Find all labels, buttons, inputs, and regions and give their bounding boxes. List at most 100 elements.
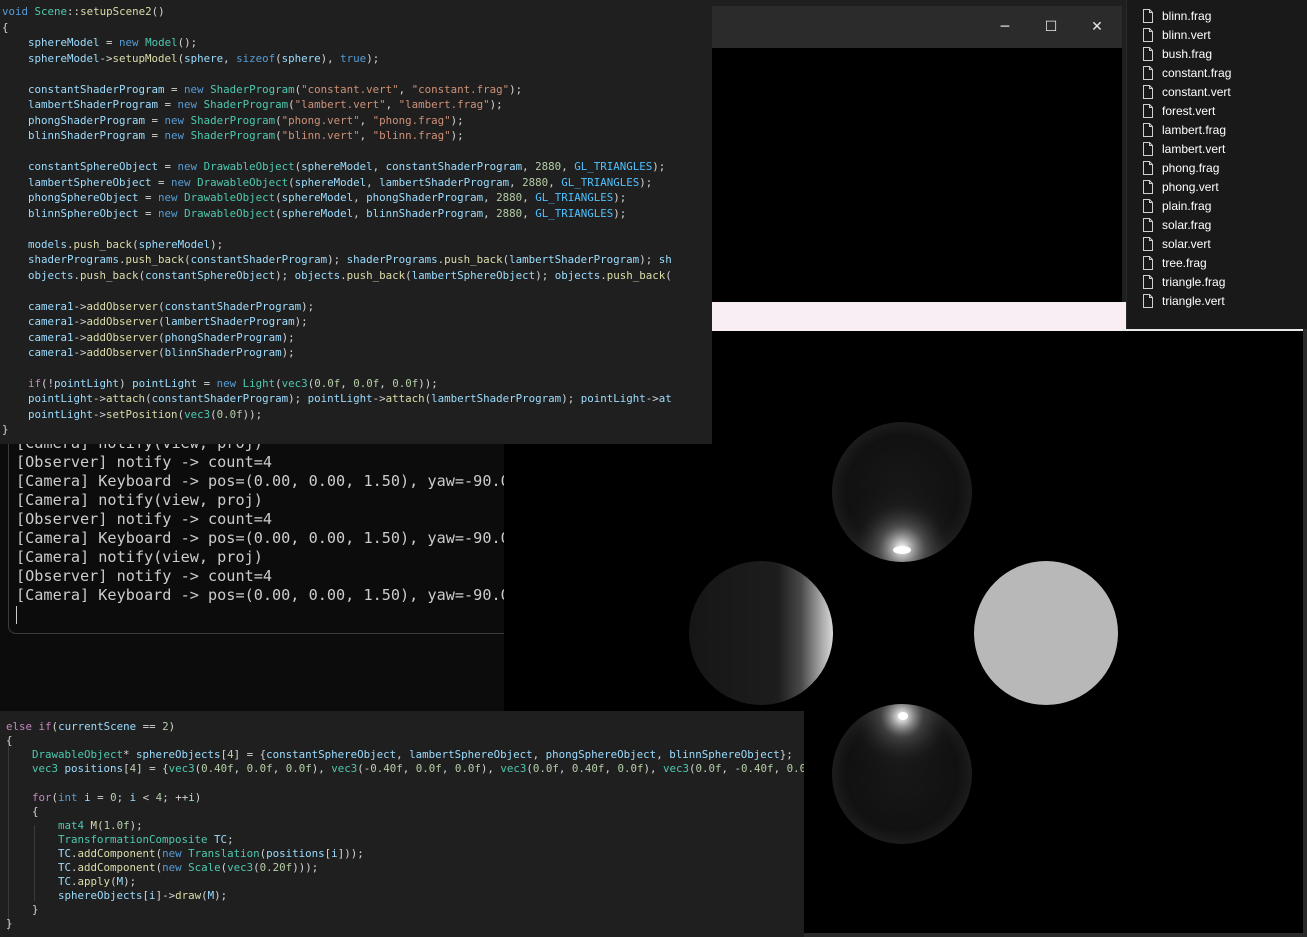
file-icon (1143, 122, 1153, 137)
code-line: constantSphereObject = new DrawableObjec… (28, 160, 666, 173)
file-icon (1143, 141, 1153, 156)
code-line: sphereModel = new Model(); (28, 36, 198, 49)
code-line: { (2, 21, 9, 34)
code-line: TransformationComposite TC; (58, 833, 234, 846)
console-line: [Observer] notify -> count=4 (16, 510, 273, 528)
file-name: blinn.frag (1162, 8, 1212, 23)
file-icon (1143, 8, 1153, 23)
file-item[interactable]: solar.frag (1142, 215, 1211, 234)
code-line: void Scene::setupScene2() (2, 5, 165, 18)
code-editor-bottom[interactable]: else if(currentScene == 2){ DrawableObje… (0, 711, 804, 937)
file-item[interactable]: triangle.frag (1142, 272, 1225, 291)
code-line: TC.apply(M); (58, 875, 137, 888)
file-icon (1143, 27, 1153, 42)
minimize-button[interactable]: ─ (982, 6, 1028, 48)
code-line: } (6, 917, 13, 930)
render-window-titlebar[interactable]: ─ ☐ ✕ (712, 6, 1122, 48)
file-item[interactable]: blinn.frag (1142, 6, 1211, 25)
console-line: [Observer] notify -> count=4 (16, 567, 273, 585)
file-icon (1143, 236, 1153, 251)
window-edge (1122, 329, 1307, 331)
code-line: pointLight->setPosition(vec3(0.0f)); (28, 408, 263, 421)
file-name: plain.frag (1162, 198, 1212, 213)
code-line: { (6, 734, 13, 747)
code-line: else if(currentScene == 2) (6, 720, 176, 733)
render-window-client (712, 48, 1122, 302)
code-line: for(int i = 0; i < 4; ++i) (32, 791, 202, 804)
console-line: [Camera] Keyboard -> pos=(0.00, 0.00, 1.… (16, 586, 504, 604)
blinn-sphere (832, 704, 972, 844)
file-icon (1143, 65, 1153, 80)
file-name: phong.vert (1162, 179, 1219, 194)
file-name: lambert.vert (1162, 141, 1226, 156)
code-line: constantShaderProgram = new ShaderProgra… (28, 83, 523, 96)
file-icon (1143, 160, 1153, 175)
file-name: tree.frag (1162, 255, 1207, 270)
lambert-sphere (689, 561, 833, 705)
file-icon (1143, 255, 1153, 270)
file-item[interactable]: forest.vert (1142, 101, 1215, 120)
code-line: mat4 M(1.0f); (58, 819, 143, 832)
code-line: phongShaderProgram = new ShaderProgram("… (28, 114, 464, 127)
file-name: forest.vert (1162, 103, 1216, 118)
file-item[interactable]: lambert.frag (1142, 120, 1226, 139)
file-item[interactable]: blinn.vert (1142, 25, 1211, 44)
file-name: phong.frag (1162, 160, 1220, 175)
file-item[interactable]: constant.vert (1142, 82, 1231, 101)
code-line: models.push_back(sphereModel); (28, 238, 224, 251)
code-line: lambertShaderProgram = new ShaderProgram… (28, 98, 503, 111)
code-line: blinnShaderProgram = new ShaderProgram("… (28, 129, 464, 142)
console-line: [Observer] notify -> count=4 (16, 453, 273, 471)
phong-sphere (832, 422, 972, 562)
console-output[interactable]: [Camera] notify(view, proj) [Observer] no… (0, 436, 504, 711)
file-item[interactable]: phong.vert (1142, 177, 1219, 196)
file-name: triangle.vert (1162, 293, 1225, 308)
file-icon (1143, 103, 1153, 118)
file-item[interactable]: tree.frag (1142, 253, 1207, 272)
code-line: } (6, 903, 39, 916)
code-line: camera1->addObserver(phongShaderProgram)… (28, 331, 295, 344)
code-line: vec3 positions[4] = {vec3(0.40f, 0.0f, 0… (32, 762, 804, 775)
window-edge (1303, 329, 1307, 937)
file-item[interactable]: constant.frag (1142, 63, 1231, 82)
file-item[interactable]: phong.frag (1142, 158, 1219, 177)
code-line: { (6, 805, 39, 818)
code-line: lambertSphereObject = new DrawableObject… (28, 176, 653, 189)
console-line: [Camera] Keyboard -> pos=(0.00, 0.00, 1.… (16, 472, 504, 490)
console-line: [Camera] notify(view, proj) (16, 548, 263, 566)
code-line: blinnSphereObject = new DrawableObject(s… (28, 207, 627, 220)
file-item[interactable]: plain.frag (1142, 196, 1211, 215)
console-line: [Camera] notify(view, proj) (16, 491, 263, 509)
code-line: TC.addComponent(new Scale(vec3(0.20f))); (58, 861, 319, 874)
code-line: if(!pointLight) pointLight = new Light(v… (28, 377, 438, 390)
code-line: sphereModel->setupModel(sphere, sizeof(s… (28, 52, 380, 65)
file-name: constant.vert (1162, 84, 1231, 99)
code-line: TC.addComponent(new Translation(position… (58, 847, 364, 860)
file-icon (1143, 198, 1153, 213)
background-window-strip (712, 302, 1126, 331)
code-editor-top[interactable]: void Scene::setupScene2(){ sphereModel =… (0, 0, 712, 444)
file-item[interactable]: lambert.vert (1142, 139, 1225, 158)
maximize-button[interactable]: ☐ (1028, 6, 1074, 48)
file-icon (1143, 293, 1153, 308)
code-line: pointLight->attach(constantShaderProgram… (28, 392, 672, 405)
file-icon (1143, 46, 1153, 61)
code-line: camera1->addObserver(constantShaderProgr… (28, 300, 315, 313)
code-line: shaderPrograms.push_back(constantShaderP… (28, 253, 672, 266)
file-icon (1143, 217, 1153, 232)
file-icon (1143, 179, 1153, 194)
file-explorer-list[interactable]: blinn.frag blinn.vert bush.frag constant.fr… (1126, 0, 1307, 329)
text-cursor (16, 606, 17, 624)
file-name: bush.frag (1162, 46, 1213, 61)
file-item[interactable]: triangle.vert (1142, 291, 1225, 310)
file-item[interactable]: bush.frag (1142, 44, 1212, 63)
file-name: lambert.frag (1162, 122, 1227, 137)
file-name: solar.vert (1162, 236, 1211, 251)
console-line: [Camera] Keyboard -> pos=(0.00, 0.00, 1.… (16, 529, 504, 547)
code-line: sphereObjects[i]->draw(M); (58, 889, 228, 902)
file-name: blinn.vert (1162, 27, 1211, 42)
file-item[interactable]: solar.vert (1142, 234, 1211, 253)
code-line: objects.push_back(constantSphereObject);… (28, 269, 672, 282)
close-button[interactable]: ✕ (1074, 6, 1120, 48)
file-icon (1143, 84, 1153, 99)
